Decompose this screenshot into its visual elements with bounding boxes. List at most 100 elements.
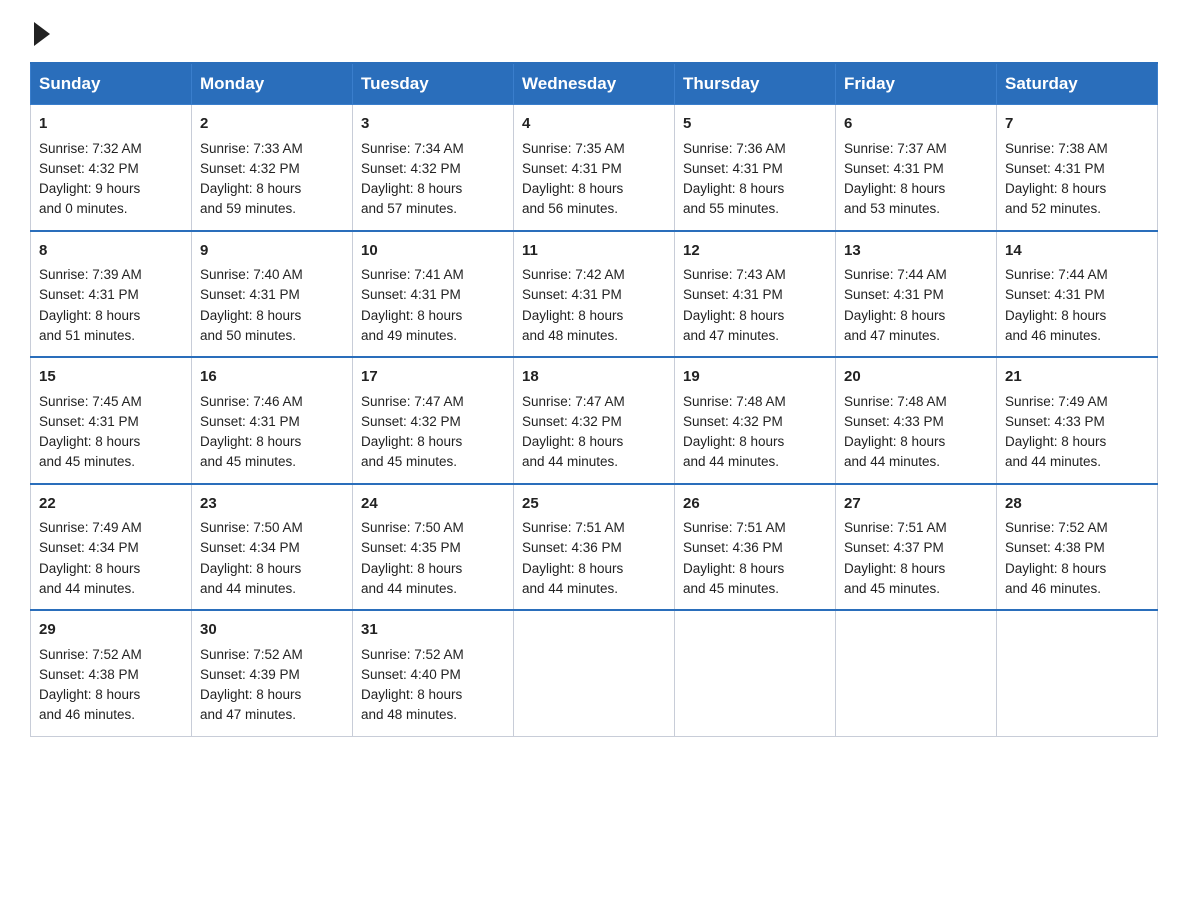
cell-info: Sunrise: 7:51 AMSunset: 4:37 PMDaylight:… (844, 520, 947, 596)
column-header-tuesday: Tuesday (353, 63, 514, 105)
column-header-thursday: Thursday (675, 63, 836, 105)
day-number: 6 (844, 113, 988, 136)
column-header-friday: Friday (836, 63, 997, 105)
calendar-table: SundayMondayTuesdayWednesdayThursdayFrid… (30, 62, 1158, 737)
cell-info: Sunrise: 7:42 AMSunset: 4:31 PMDaylight:… (522, 267, 625, 343)
calendar-cell: 5 Sunrise: 7:36 AMSunset: 4:31 PMDaylight… (675, 105, 836, 231)
day-number: 14 (1005, 240, 1149, 263)
calendar-cell: 31 Sunrise: 7:52 AMSunset: 4:40 PMDayligh… (353, 610, 514, 736)
calendar-header-row: SundayMondayTuesdayWednesdayThursdayFrid… (31, 63, 1158, 105)
day-number: 29 (39, 619, 183, 642)
calendar-week-row: 29 Sunrise: 7:52 AMSunset: 4:38 PMDayligh… (31, 610, 1158, 736)
calendar-cell (514, 610, 675, 736)
cell-info: Sunrise: 7:48 AMSunset: 4:33 PMDaylight:… (844, 394, 947, 470)
calendar-cell: 11 Sunrise: 7:42 AMSunset: 4:31 PMDayligh… (514, 231, 675, 358)
day-number: 26 (683, 493, 827, 516)
calendar-cell: 2Sunrise: 7:33 AMSunset: 4:32 PMDaylight… (192, 105, 353, 231)
day-number: 15 (39, 366, 183, 389)
cell-info: Sunrise: 7:44 AMSunset: 4:31 PMDaylight:… (844, 267, 947, 343)
calendar-cell: 13 Sunrise: 7:44 AMSunset: 4:31 PMDayligh… (836, 231, 997, 358)
column-header-sunday: Sunday (31, 63, 192, 105)
calendar-cell: 7Sunrise: 7:38 AMSunset: 4:31 PMDaylight… (997, 105, 1158, 231)
day-number: 3 (361, 113, 505, 136)
column-header-saturday: Saturday (997, 63, 1158, 105)
calendar-cell: 22 Sunrise: 7:49 AMSunset: 4:34 PMDayligh… (31, 484, 192, 611)
calendar-cell: 27Sunrise: 7:51 AMSunset: 4:37 PMDayligh… (836, 484, 997, 611)
cell-info: Sunrise: 7:52 AMSunset: 4:38 PMDaylight:… (39, 647, 142, 723)
calendar-cell: 4Sunrise: 7:35 AMSunset: 4:31 PMDaylight… (514, 105, 675, 231)
cell-info: Sunrise: 7:43 AMSunset: 4:31 PMDaylight:… (683, 267, 786, 343)
calendar-cell: 23 Sunrise: 7:50 AMSunset: 4:34 PMDayligh… (192, 484, 353, 611)
calendar-cell: 30 Sunrise: 7:52 AMSunset: 4:39 PMDayligh… (192, 610, 353, 736)
column-header-monday: Monday (192, 63, 353, 105)
calendar-cell: 3Sunrise: 7:34 AMSunset: 4:32 PMDaylight… (353, 105, 514, 231)
cell-info: Sunrise: 7:40 AMSunset: 4:31 PMDaylight:… (200, 267, 303, 343)
day-number: 31 (361, 619, 505, 642)
cell-info: Sunrise: 7:36 AMSunset: 4:31 PMDaylight:… (683, 141, 786, 217)
cell-info: Sunrise: 7:51 AMSunset: 4:36 PMDaylight:… (522, 520, 625, 596)
cell-info: Sunrise: 7:52 AMSunset: 4:40 PMDaylight:… (361, 647, 464, 723)
cell-info: Sunrise: 7:49 AMSunset: 4:34 PMDaylight:… (39, 520, 142, 596)
day-number: 22 (39, 493, 183, 516)
cell-info: Sunrise: 7:32 AMSunset: 4:32 PMDaylight:… (39, 141, 142, 217)
logo-triangle-icon (34, 22, 50, 46)
calendar-week-row: 15 Sunrise: 7:45 AMSunset: 4:31 PMDayligh… (31, 357, 1158, 484)
calendar-cell: 8 Sunrise: 7:39 AMSunset: 4:31 PMDaylight… (31, 231, 192, 358)
day-number: 18 (522, 366, 666, 389)
cell-info: Sunrise: 7:48 AMSunset: 4:32 PMDaylight:… (683, 394, 786, 470)
day-number: 24 (361, 493, 505, 516)
page-header (30, 20, 1158, 44)
cell-info: Sunrise: 7:52 AMSunset: 4:39 PMDaylight:… (200, 647, 303, 723)
cell-info: Sunrise: 7:45 AMSunset: 4:31 PMDaylight:… (39, 394, 142, 470)
calendar-cell: 21 Sunrise: 7:49 AMSunset: 4:33 PMDayligh… (997, 357, 1158, 484)
calendar-cell: 28 Sunrise: 7:52 AMSunset: 4:38 PMDayligh… (997, 484, 1158, 611)
cell-info: Sunrise: 7:33 AMSunset: 4:32 PMDaylight:… (200, 141, 303, 217)
day-number: 5 (683, 113, 827, 136)
day-number: 20 (844, 366, 988, 389)
calendar-cell: 12 Sunrise: 7:43 AMSunset: 4:31 PMDayligh… (675, 231, 836, 358)
day-number: 8 (39, 240, 183, 263)
cell-info: Sunrise: 7:50 AMSunset: 4:35 PMDaylight:… (361, 520, 464, 596)
day-number: 17 (361, 366, 505, 389)
calendar-cell (997, 610, 1158, 736)
calendar-cell: 17 Sunrise: 7:47 AMSunset: 4:32 PMDayligh… (353, 357, 514, 484)
cell-info: Sunrise: 7:47 AMSunset: 4:32 PMDaylight:… (522, 394, 625, 470)
day-number: 9 (200, 240, 344, 263)
calendar-cell: 6 Sunrise: 7:37 AMSunset: 4:31 PMDaylight… (836, 105, 997, 231)
day-number: 30 (200, 619, 344, 642)
cell-info: Sunrise: 7:46 AMSunset: 4:31 PMDaylight:… (200, 394, 303, 470)
calendar-week-row: 1 Sunrise: 7:32 AMSunset: 4:32 PMDaylight… (31, 105, 1158, 231)
day-number: 1 (39, 113, 183, 136)
cell-info: Sunrise: 7:50 AMSunset: 4:34 PMDaylight:… (200, 520, 303, 596)
calendar-cell: 25Sunrise: 7:51 AMSunset: 4:36 PMDayligh… (514, 484, 675, 611)
calendar-week-row: 22 Sunrise: 7:49 AMSunset: 4:34 PMDayligh… (31, 484, 1158, 611)
cell-info: Sunrise: 7:44 AMSunset: 4:31 PMDaylight:… (1005, 267, 1108, 343)
calendar-cell (836, 610, 997, 736)
calendar-cell: 16Sunrise: 7:46 AMSunset: 4:31 PMDayligh… (192, 357, 353, 484)
cell-info: Sunrise: 7:35 AMSunset: 4:31 PMDaylight:… (522, 141, 625, 217)
calendar-cell: 19 Sunrise: 7:48 AMSunset: 4:32 PMDayligh… (675, 357, 836, 484)
cell-info: Sunrise: 7:47 AMSunset: 4:32 PMDaylight:… (361, 394, 464, 470)
day-number: 19 (683, 366, 827, 389)
calendar-cell: 15 Sunrise: 7:45 AMSunset: 4:31 PMDayligh… (31, 357, 192, 484)
calendar-week-row: 8 Sunrise: 7:39 AMSunset: 4:31 PMDaylight… (31, 231, 1158, 358)
cell-info: Sunrise: 7:37 AMSunset: 4:31 PMDaylight:… (844, 141, 947, 217)
day-number: 10 (361, 240, 505, 263)
day-number: 28 (1005, 493, 1149, 516)
cell-info: Sunrise: 7:49 AMSunset: 4:33 PMDaylight:… (1005, 394, 1108, 470)
day-number: 11 (522, 240, 666, 263)
calendar-cell: 1 Sunrise: 7:32 AMSunset: 4:32 PMDaylight… (31, 105, 192, 231)
day-number: 21 (1005, 366, 1149, 389)
cell-info: Sunrise: 7:41 AMSunset: 4:31 PMDaylight:… (361, 267, 464, 343)
calendar-cell: 24 Sunrise: 7:50 AMSunset: 4:35 PMDayligh… (353, 484, 514, 611)
cell-info: Sunrise: 7:39 AMSunset: 4:31 PMDaylight:… (39, 267, 142, 343)
day-number: 12 (683, 240, 827, 263)
cell-info: Sunrise: 7:52 AMSunset: 4:38 PMDaylight:… (1005, 520, 1108, 596)
calendar-cell: 9 Sunrise: 7:40 AMSunset: 4:31 PMDaylight… (192, 231, 353, 358)
column-header-wednesday: Wednesday (514, 63, 675, 105)
calendar-cell: 26Sunrise: 7:51 AMSunset: 4:36 PMDayligh… (675, 484, 836, 611)
cell-info: Sunrise: 7:38 AMSunset: 4:31 PMDaylight:… (1005, 141, 1108, 217)
day-number: 23 (200, 493, 344, 516)
day-number: 13 (844, 240, 988, 263)
calendar-cell (675, 610, 836, 736)
